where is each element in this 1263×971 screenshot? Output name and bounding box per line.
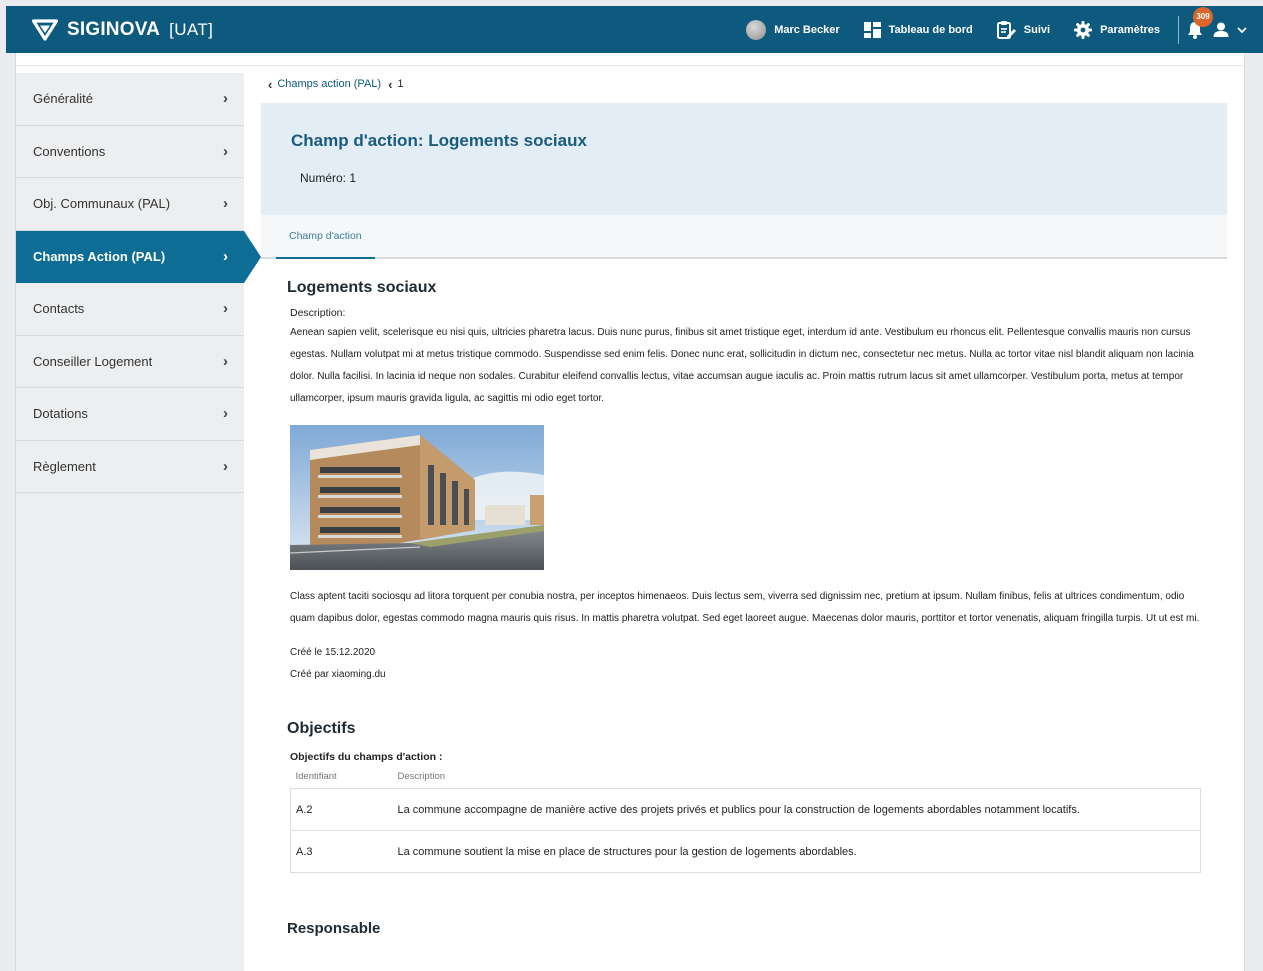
column-header-description: Description	[397, 771, 446, 782]
created-date: Créé le 15.12.2020	[290, 647, 376, 658]
tracking-link[interactable]: Suivi	[996, 20, 1051, 39]
caret-down-icon	[1237, 26, 1247, 33]
dashboard-label: Tableau de bord	[888, 23, 973, 36]
tab-bar: Champ d'action	[261, 215, 1227, 259]
tab-champ-action[interactable]: Champ d'action	[276, 215, 375, 259]
sidebar-item-conseiller-logement[interactable]: Conseiller Logement ›	[16, 335, 244, 388]
user-name: Marc Becker	[774, 23, 840, 36]
user-icon	[1213, 22, 1229, 37]
objective-description: La commune accompagne de manière active …	[392, 788, 1201, 831]
breadcrumb-current: 1	[397, 78, 404, 90]
settings-link[interactable]: Paramètres	[1074, 20, 1160, 39]
table-row[interactable]: A.3 La commune soutient la mise en place…	[290, 830, 1201, 873]
page-title: Champ d'action: Logements sociaux	[291, 131, 587, 150]
sidebar-item-reglement[interactable]: Règlement ›	[16, 440, 244, 493]
environment-label: [UAT]	[169, 19, 214, 39]
brand-name: SIGINOVA	[67, 18, 161, 40]
sidebar-item-generalite[interactable]: Généralité ›	[16, 73, 244, 126]
objective-id: A.2	[290, 788, 393, 831]
clipboard-edit-icon	[996, 20, 1016, 39]
page-top-strip	[16, 53, 1244, 66]
dashboard-icon	[863, 21, 881, 38]
tracking-label: Suivi	[1023, 23, 1051, 36]
table-row[interactable]: A.2 La commune accompagne de manière act…	[290, 788, 1201, 831]
chevron-right-icon: ›	[223, 142, 228, 160]
created-by: Créé par xiaoming.du	[290, 669, 386, 680]
chevron-right-icon: ›	[223, 405, 228, 423]
siginova-logo-icon	[32, 18, 58, 41]
page-container: Généralité › Conventions › Obj. Communau…	[15, 53, 1245, 971]
sidebar-item-obj-communaux[interactable]: Obj. Communaux (PAL) ›	[16, 178, 244, 231]
user-avatar-icon	[746, 19, 767, 40]
chevron-right-icon: ›	[223, 90, 228, 108]
detail-panel: Logements sociaux Description: Aenean sa…	[261, 259, 1227, 937]
description-label: Description:	[290, 307, 346, 319]
user-menu-dropdown[interactable]	[1213, 22, 1247, 37]
notification-count-badge: 309	[1193, 6, 1213, 27]
nav-divider	[1178, 15, 1179, 44]
objective-id: A.3	[290, 830, 393, 873]
notifications-button[interactable]: 309	[1187, 6, 1213, 39]
sidebar-item-label: Généralité	[33, 91, 93, 107]
chevron-right-icon: ›	[223, 352, 228, 370]
chevron-left-icon[interactable]: ‹	[268, 77, 272, 92]
sidebar-item-champs-action[interactable]: Champs Action (PAL) ›	[16, 230, 261, 283]
sidebar-item-label: Contacts	[33, 301, 85, 317]
sidebar-item-label: Règlement	[33, 458, 96, 474]
chevron-right-icon: ›	[223, 457, 228, 475]
record-number: Numéro: 1	[300, 171, 357, 185]
chevron-left-icon: ‹	[388, 76, 393, 92]
sidebar-item-label: Dotations	[33, 406, 88, 422]
gear-icon	[1074, 20, 1093, 39]
objectives-subtitle: Objectifs du champs d'action :	[290, 751, 443, 763]
sidebar-item-dotations[interactable]: Dotations ›	[16, 388, 244, 441]
responsable-title: Responsable	[287, 920, 381, 937]
objectives-title: Objectifs	[287, 720, 356, 737]
sidebar-item-label: Conseiller Logement	[33, 353, 153, 369]
settings-label: Paramètres	[1100, 23, 1160, 36]
record-header: Champ d'action: Logements sociaux Numéro…	[261, 103, 1227, 215]
column-header-identifier: Identifiant	[295, 771, 337, 782]
main-content: ‹ Champs action (PAL) ‹ 1 Champ d'action…	[261, 73, 1227, 937]
chevron-right-icon: ›	[223, 247, 228, 265]
chevron-right-icon: ›	[223, 300, 228, 318]
top-navbar: SIGINOVA [UAT] Marc Becker Tableau de bo…	[6, 6, 1263, 53]
building-photo	[290, 425, 544, 570]
user-profile-link[interactable]: Marc Becker	[746, 19, 840, 40]
objectives-table: Identifiant Description A.2 La commune a…	[290, 771, 1201, 873]
objective-description: La commune soutient la mise en place de …	[392, 830, 1201, 873]
sidebar-item-contacts[interactable]: Contacts ›	[16, 283, 244, 336]
breadcrumb-parent-link[interactable]: Champs action (PAL)	[277, 78, 381, 90]
sidebar-item-label: Conventions	[33, 143, 106, 159]
breadcrumb: ‹ Champs action (PAL) ‹ 1	[268, 73, 1227, 95]
dashboard-link[interactable]: Tableau de bord	[863, 21, 973, 38]
sidebar-item-label: Champs Action (PAL)	[33, 248, 166, 264]
brand[interactable]: SIGINOVA [UAT]	[32, 19, 213, 41]
secondary-text: Class aptent taciti sociosqu ad litora t…	[290, 591, 1200, 624]
sidebar: Généralité › Conventions › Obj. Communau…	[16, 73, 261, 971]
description-text: Aenean sapien velit, scelerisque eu nisi…	[290, 327, 1194, 404]
sidebar-item-label: Obj. Communaux (PAL)	[33, 196, 171, 212]
section-title: Logements sociaux	[287, 279, 437, 296]
sidebar-item-conventions[interactable]: Conventions ›	[16, 125, 244, 178]
chevron-right-icon: ›	[223, 195, 228, 213]
